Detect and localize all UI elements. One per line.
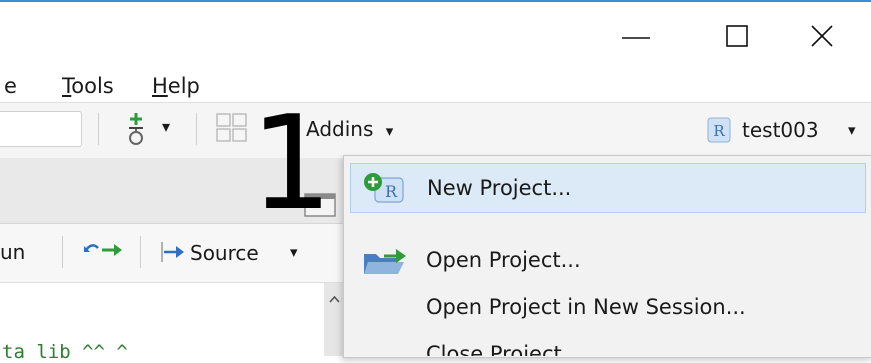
svg-text:R: R [385, 182, 398, 201]
chevron-down-icon: ▾ [290, 243, 298, 261]
close-icon [811, 25, 833, 47]
editor-scrollbar[interactable] [324, 283, 345, 356]
vcs-icon [129, 113, 143, 145]
new-project-icon: R [364, 173, 404, 203]
menu-item-open-project-new-session[interactable]: Open Project in New Session... [350, 283, 866, 333]
toolbar-divider [196, 113, 197, 145]
svg-text:R: R [713, 122, 725, 140]
menu-item-label: New Project... [427, 176, 572, 200]
run-button[interactable]: un [0, 240, 25, 264]
menu-item-tools[interactable]: Tools [62, 74, 114, 98]
menu-item-label: Close Project [426, 342, 562, 356]
close-button[interactable] [802, 18, 848, 54]
project-menu-button[interactable]: R test003 ▾ [704, 115, 864, 147]
menu-item-new-project[interactable]: R New Project... [350, 163, 866, 213]
chevron-down-icon: ▾ [848, 121, 856, 139]
code-line-partial: ta lib ^^ ^ [2, 341, 128, 363]
project-name: test003 [742, 118, 819, 142]
chevron-down-icon: ▾ [385, 122, 394, 140]
r-project-icon: R [707, 117, 731, 143]
project-dropdown-menu: R New Project... Open Project... Open Pr… [343, 155, 871, 358]
source-icon [161, 242, 184, 262]
toolbar-divider [98, 113, 99, 145]
menu-item-label: ools [71, 74, 114, 98]
scroll-up-icon [329, 295, 340, 303]
menu-accelerator: H [152, 74, 168, 98]
toolbar-divider [62, 236, 63, 268]
open-project-icon [364, 249, 406, 274]
workspace-panes-button[interactable] [214, 111, 250, 145]
step-number-annotation: 1 [250, 87, 333, 239]
vcs-dropdown-caret[interactable]: ▾ [162, 117, 170, 136]
rerun-button[interactable] [82, 240, 126, 266]
toolbar-divider [140, 236, 141, 268]
menu-item-label: e [4, 74, 17, 98]
main-toolbar: ▾ Addins ▾ R test003 ▾ [0, 102, 871, 160]
code-editor[interactable]: ta lib ^^ ^ [0, 283, 324, 363]
menu-accelerator: T [62, 74, 72, 98]
title-bar [0, 2, 871, 64]
menu-item-label: Open Project... [426, 248, 581, 272]
menu-item-help[interactable]: Help [152, 74, 200, 98]
menu-item-open-project[interactable]: Open Project... [350, 236, 866, 286]
menu-item-label: Open Project in New Session... [426, 295, 746, 319]
minimize-button[interactable] [612, 18, 658, 54]
source-label: Source [190, 241, 259, 265]
menu-item-partial[interactable]: e [4, 74, 17, 98]
rerun-icon [84, 244, 122, 256]
maximize-icon [726, 25, 748, 47]
maximize-button[interactable] [715, 18, 761, 54]
source-button[interactable]: Source ▾ [156, 238, 316, 268]
vcs-button[interactable] [122, 111, 150, 147]
menu-item-label: elp [167, 74, 200, 98]
grid-icon [216, 113, 247, 142]
menu-item-close-project[interactable]: Close Project [350, 328, 866, 356]
minimize-icon [622, 37, 650, 39]
menu-bar: e Tools Help [0, 64, 871, 102]
goto-file-input[interactable] [0, 111, 82, 147]
run-label: un [0, 240, 26, 264]
